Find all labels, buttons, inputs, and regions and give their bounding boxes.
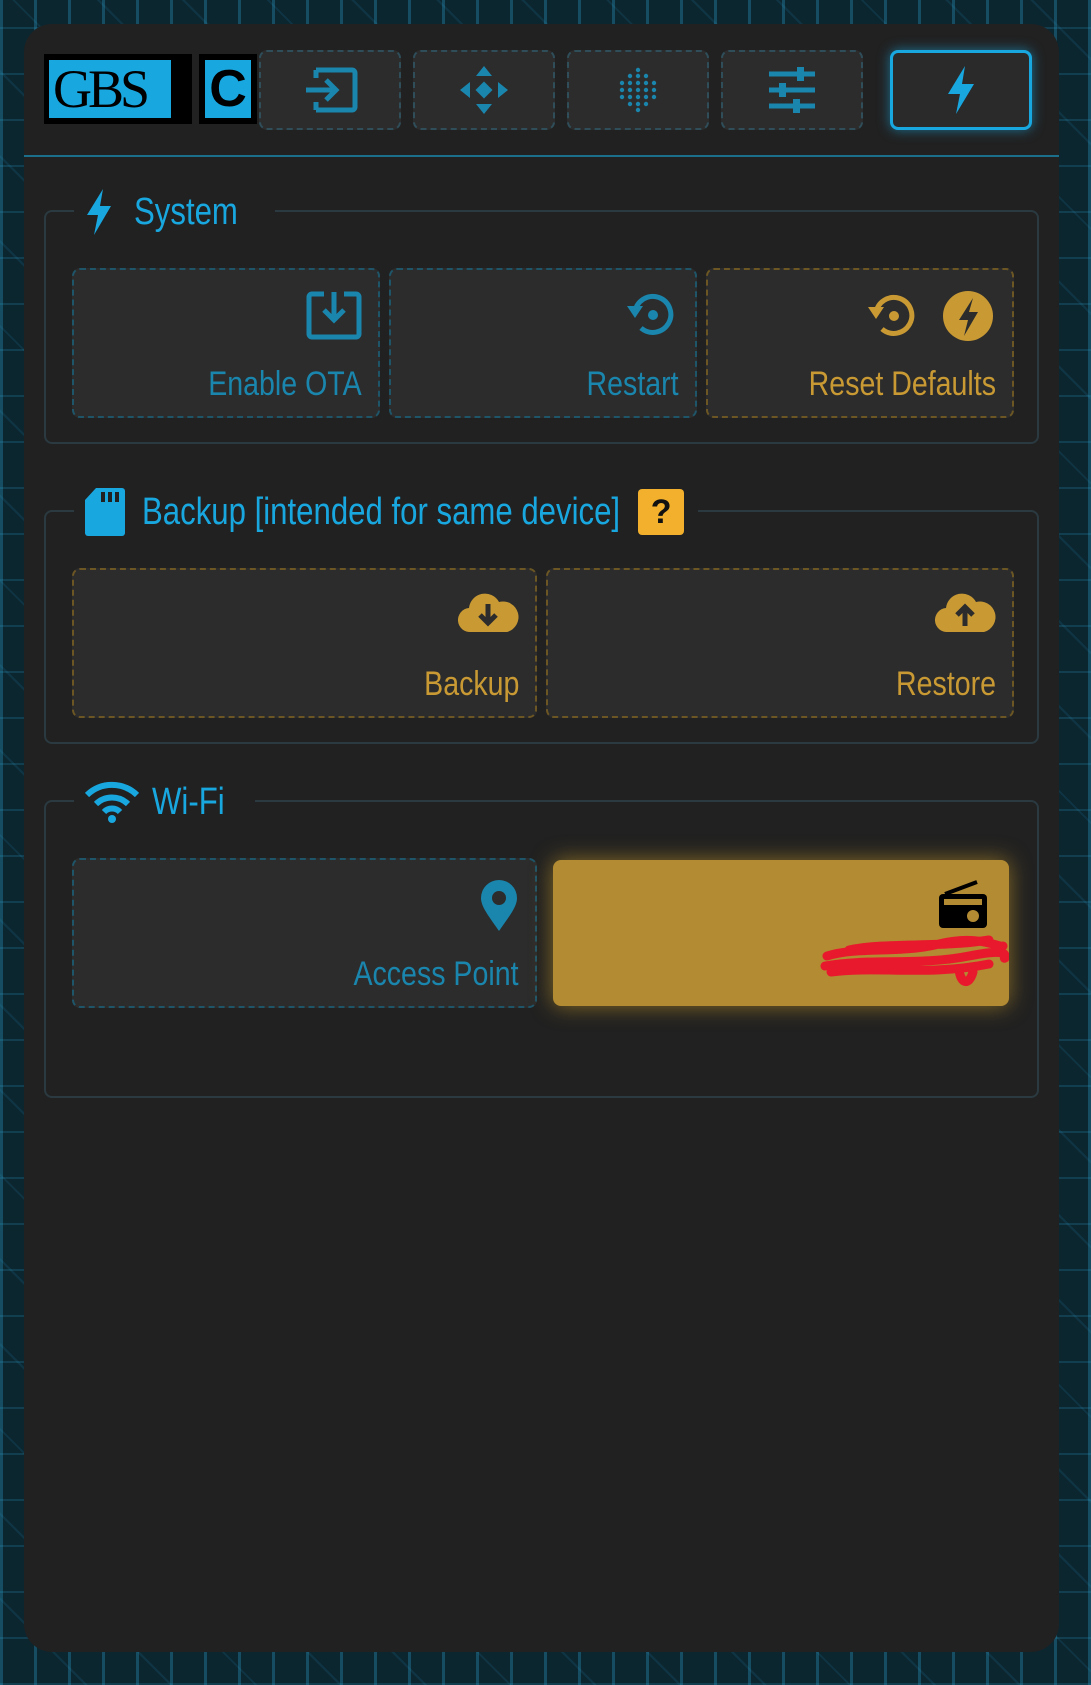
access-point-label: Access Point [353, 955, 519, 993]
access-point-button[interactable]: Access Point [72, 858, 537, 1008]
system-legend: System [74, 180, 275, 244]
restore-button[interactable]: Restore [546, 568, 1014, 718]
backup-section: Backup [intended for same device] ? Back… [44, 480, 1039, 744]
backup-legend: Backup [intended for same device] ? [74, 480, 699, 544]
bolt-icon [948, 66, 974, 114]
redaction-scribble [820, 935, 1009, 986]
enable-ota-button[interactable]: Enable OTA [72, 268, 380, 418]
restart-label: Restart [586, 365, 679, 403]
cloud-download-icon [457, 593, 519, 633]
system-title: System [134, 190, 238, 233]
tab-position[interactable] [413, 50, 555, 130]
top-navigation: GBS C [24, 24, 1059, 157]
move-icon [460, 66, 508, 114]
main-panel: GBS C System Enable OTA Restart Reset De… [24, 24, 1059, 1652]
cloud-upload-icon [934, 593, 996, 633]
logo-badge-c: C [199, 54, 257, 124]
wifi-legend: Wi-Fi [74, 770, 255, 834]
logo: GBS [44, 54, 192, 124]
backup-help-button[interactable]: ? [638, 489, 685, 535]
reset-defaults-button[interactable]: Reset Defaults [706, 268, 1014, 418]
backup-button[interactable]: Backup [72, 568, 537, 718]
bolt-icon [87, 189, 111, 235]
wifi-station-button[interactable] [553, 860, 1009, 1006]
backup-label: Backup [423, 665, 519, 703]
tab-system[interactable] [890, 50, 1032, 130]
restart-icon [627, 293, 674, 335]
tab-input[interactable] [259, 50, 401, 130]
logo-text-c: C [205, 60, 251, 118]
sliders-icon [769, 67, 815, 113]
reset-defaults-label: Reset Defaults [808, 365, 996, 403]
input-icon [306, 67, 358, 113]
radio-icon [939, 880, 987, 928]
tab-preferences[interactable] [721, 50, 863, 130]
wifi-icon [84, 781, 140, 823]
restart-bolt-icon [868, 291, 993, 341]
download-box-icon [306, 291, 362, 340]
backup-title: Backup [intended for same device] [142, 490, 621, 533]
wifi-section: Wi-Fi Access Point [44, 770, 1039, 1098]
system-section: System Enable OTA Restart Reset Defaults [44, 180, 1039, 444]
tab-filters[interactable] [567, 50, 709, 130]
enable-ota-label: Enable OTA [208, 365, 362, 403]
map-pin-icon [481, 880, 517, 931]
dots-grid-icon [619, 67, 657, 113]
logo-text-gbs: GBS [49, 60, 171, 118]
sd-card-icon [85, 488, 125, 536]
restart-button[interactable]: Restart [389, 268, 697, 418]
restore-label: Restore [895, 665, 996, 703]
wifi-title: Wi-Fi [152, 780, 225, 823]
